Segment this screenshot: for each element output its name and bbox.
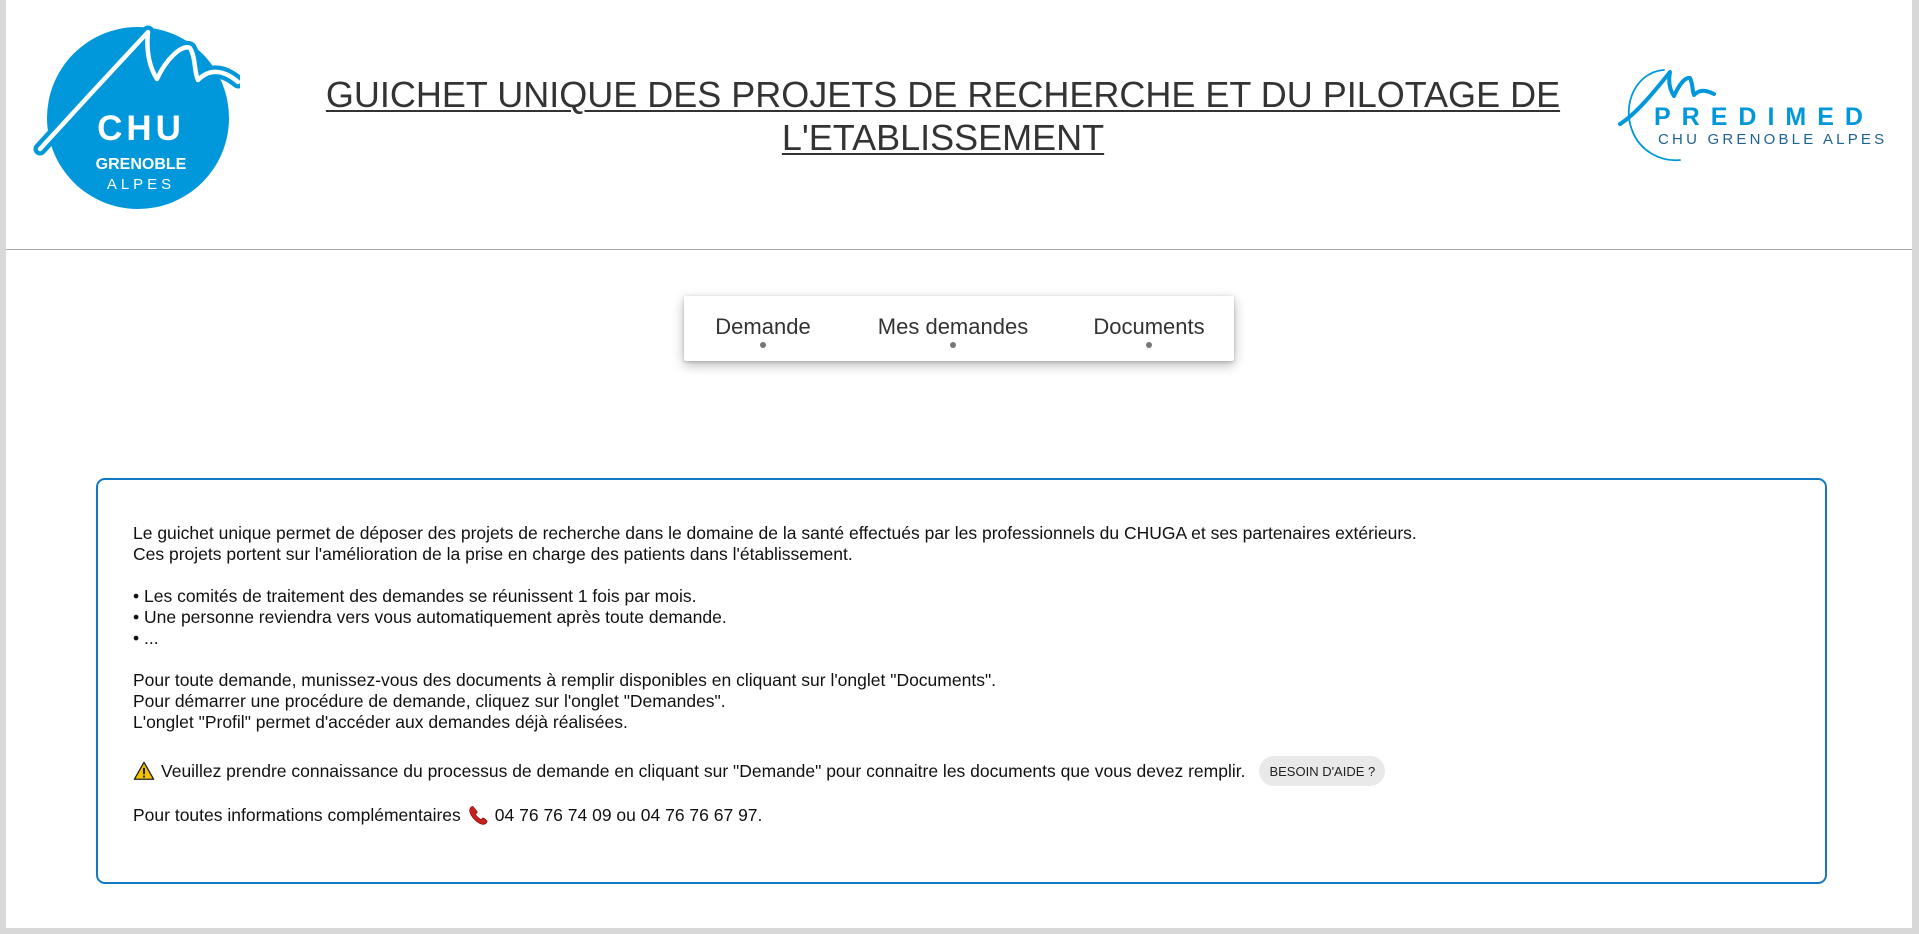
tab-indicator-dot — [950, 342, 956, 348]
phone-icon — [469, 806, 488, 825]
page-title: GUICHET UNIQUE DES PROJETS DE RECHERCHE … — [325, 74, 1561, 158]
intro-line: Le guichet unique permet de déposer des … — [133, 523, 1417, 543]
instruction-line: L'onglet "Profil" permet d'accéder aux d… — [133, 712, 628, 732]
page-frame: CHU GRENOBLE ALPES GUICHET UNIQUE DES PR… — [6, 0, 1912, 928]
bullet-item: • Les comités de traitement des demandes… — [133, 586, 697, 606]
predimed-logo: PREDIMED CHU GRENOBLE ALPES — [1618, 69, 1887, 162]
main-tabs: Demande Mes demandes Documents — [684, 296, 1234, 361]
chu-logo-text: CHU — [97, 109, 185, 148]
bullet-item: • Une personne reviendra vers vous autom… — [133, 607, 727, 627]
chu-grenoble-logo: CHU GRENOBLE ALPES — [33, 25, 240, 209]
header: CHU GRENOBLE ALPES GUICHET UNIQUE DES PR… — [6, 0, 1912, 250]
predimed-subtitle-text: CHU GRENOBLE ALPES — [1658, 131, 1887, 148]
tab-documents[interactable]: Documents — [1092, 296, 1206, 361]
contact-phone-numbers: 04 76 76 74 09 ou 04 76 76 67 97. — [494, 804, 763, 825]
intro-line: Ces projets portent sur l'amélioration d… — [133, 544, 853, 564]
tab-documents-label: Documents — [1093, 314, 1205, 339]
warning-icon — [133, 761, 155, 780]
help-button[interactable]: BESOIN D'AIDE ? — [1259, 756, 1386, 786]
contact-prefix: Pour toutes informations complémentaires — [133, 804, 461, 825]
info-content: Le guichet unique permet de déposer des … — [133, 523, 1793, 826]
tab-demande[interactable]: Demande — [715, 296, 811, 361]
tab-indicator-dot — [1146, 342, 1152, 348]
contact-line: Pour toutes informations complémentaires… — [133, 804, 1793, 826]
bullet-item: • ... — [133, 628, 159, 648]
tab-indicator-dot — [760, 342, 766, 348]
info-panel: Le guichet unique permet de déposer des … — [96, 478, 1827, 884]
predimed-logo-text: PREDIMED — [1654, 103, 1874, 131]
alpes-logo-text: ALPES — [107, 176, 175, 193]
instruction-line: Pour toute demande, munissez-vous des do… — [133, 670, 997, 690]
grenoble-logo-text: GRENOBLE — [96, 156, 187, 173]
instruction-line: Pour démarrer une procédure de demande, … — [133, 691, 726, 711]
tab-mes-demandes-label: Mes demandes — [877, 314, 1029, 339]
tab-mes-demandes[interactable]: Mes demandes — [877, 296, 1029, 361]
warning-line: Veuillez prendre connaissance du process… — [133, 755, 1793, 787]
warning-text: Veuillez prendre connaissance du process… — [161, 760, 1246, 781]
tab-demande-label: Demande — [715, 314, 811, 339]
